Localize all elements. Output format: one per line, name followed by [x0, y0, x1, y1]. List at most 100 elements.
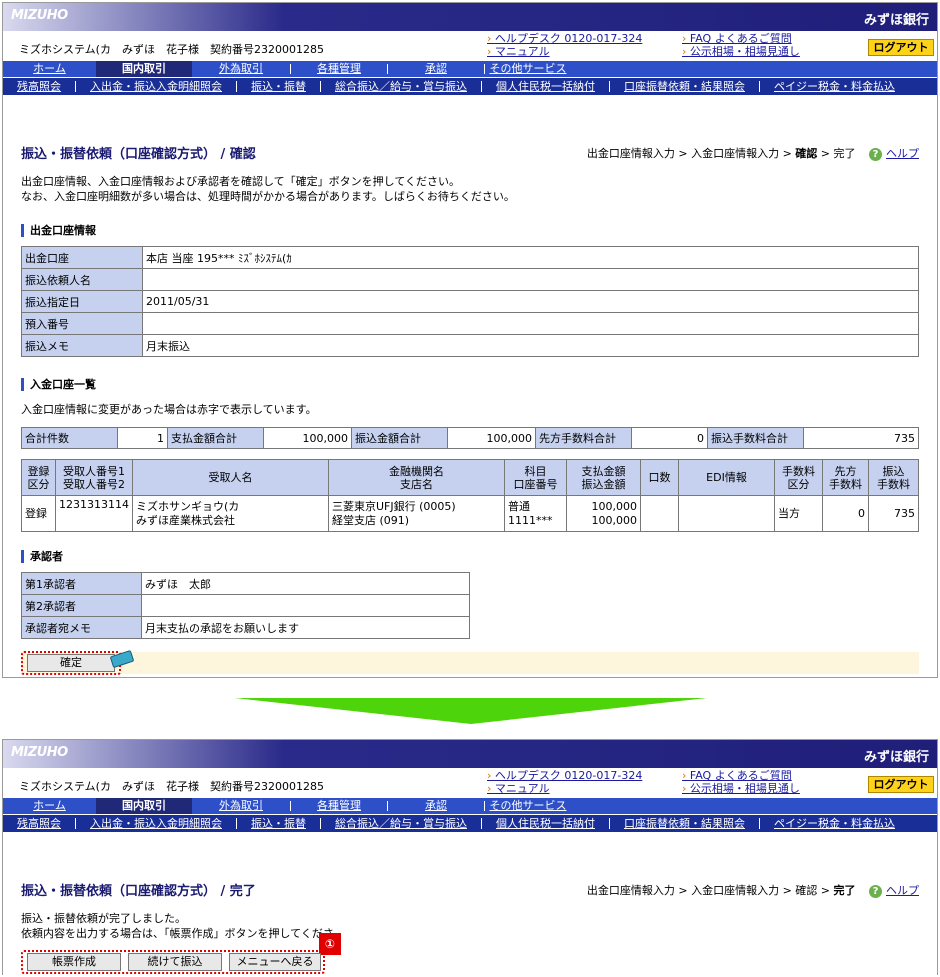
subnav-bulk[interactable]: 総合振込／給与・賞与振込 [321, 78, 481, 95]
nav-other[interactable]: その他サービス [485, 61, 571, 77]
help-links: ヘルプデスク 0120-017-324 マニュアル [487, 769, 642, 795]
column-header: 金融機関名 支店名 [328, 459, 505, 496]
row-label: 振込メモ [21, 334, 143, 357]
subnav-transfer[interactable]: 振込・振替 [237, 78, 320, 95]
nav-management[interactable]: 各種管理 [291, 798, 387, 814]
instructions: 出金口座情報、入金口座情報および承認者を確認して「確定」ボタンを押してください。… [21, 174, 515, 204]
help-icon[interactable]: ? [869, 885, 882, 898]
bank-name: みずほ銀行 [863, 13, 929, 28]
table-row: 第1承認者 みずほ 太郎 [21, 572, 470, 595]
nav-domestic[interactable]: 国内取引 [96, 61, 192, 77]
summary-label: 支払金額合計 [167, 427, 264, 449]
subnav-balance[interactable]: 残高照会 [3, 815, 75, 832]
breadcrumb: 出金口座情報入力 > 入金口座情報入力 > 確認 > 完了 ? ヘルプ [587, 145, 919, 161]
user-info: ミズホシステム(カ みずほ 花子様 契約番号2320001285 [19, 43, 324, 56]
row-value: みずほ 太郎 [141, 572, 470, 595]
back-to-menu-button[interactable]: メニューへ戻る [229, 953, 321, 971]
button-bar [21, 652, 919, 674]
continue-transfer-button[interactable]: 続けて振込 [128, 953, 222, 971]
subnav-tax[interactable]: 個人住民税一括納付 [482, 78, 609, 95]
row-value: 月末振込 [142, 334, 919, 357]
payment-amount: 100,000 [591, 499, 638, 513]
nav-home[interactable]: ホーム [3, 798, 96, 814]
branch-name: 経堂支店 (091) [332, 513, 410, 527]
subnav-statement[interactable]: 入出金・振込入金明細照会 [76, 815, 236, 832]
faq-link[interactable]: FAQ よくあるご質問 [682, 32, 800, 45]
breadcrumb-prev: 出金口座情報入力 > 入金口座情報入力 > [586, 147, 796, 160]
top-bar: MIZUHO みずほ銀行 [3, 740, 937, 768]
subnav-payeasy[interactable]: ペイジー税金・料金払込 [760, 78, 895, 95]
subnav-statement[interactable]: 入出金・振込入金明細照会 [76, 78, 236, 95]
nav-approval[interactable]: 承認 [388, 61, 484, 77]
subnav-transfer[interactable]: 振込・振替 [237, 815, 320, 832]
helpdesk-link[interactable]: ヘルプデスク 0120-017-324 [487, 32, 642, 45]
column-header: 手数料 区分 [774, 459, 823, 496]
subnav-debit[interactable]: 口座振替依頼・結果照会 [610, 78, 759, 95]
help-icon[interactable]: ? [869, 148, 882, 161]
help-link[interactable]: ヘルプ [886, 147, 919, 160]
faq-link[interactable]: FAQ よくあるご質問 [682, 769, 800, 782]
subnav-bulk[interactable]: 総合振込／給与・賞与振込 [321, 815, 481, 832]
nav-forex[interactable]: 外為取引 [192, 798, 290, 814]
nav-home[interactable]: ホーム [3, 61, 96, 77]
column-header: 支払金額 振込金額 [566, 459, 641, 496]
manual-link[interactable]: マニュアル [487, 782, 642, 795]
breadcrumb-current: 完了 [833, 884, 856, 897]
rates-link[interactable]: 公示相場・相場見通し [682, 782, 800, 795]
table-row: 出金口座 本店 当座 195*** ﾐｽﾞﾎｼｽﾃﾑ(ｶ [21, 246, 919, 269]
cell-payee-fee: 0 [822, 495, 869, 532]
table-row: 預入番号 [21, 312, 919, 335]
cell-edi [678, 495, 775, 532]
credit-section-title: 入金口座一覧 [21, 378, 96, 391]
credit-note: 入金口座情報に変更があった場合は赤字で表示しています。 [21, 403, 317, 416]
recipient-name-kanji: みずほ産業株式会社 [136, 513, 235, 527]
row-value: 2011/05/31 [142, 290, 919, 313]
summary-label: 振込手数料合計 [707, 427, 804, 449]
subnav-balance[interactable]: 残高照会 [3, 78, 75, 95]
row-label: 預入番号 [21, 312, 143, 335]
column-header: 登録 区分 [21, 459, 56, 496]
nav-domestic[interactable]: 国内取引 [96, 798, 192, 814]
nav-management[interactable]: 各種管理 [291, 61, 387, 77]
row-label: 第1承認者 [21, 572, 142, 595]
row-value [142, 312, 919, 335]
column-header: 受取人番号1 受取人番号2 [55, 459, 133, 496]
summary-label: 振込金額合計 [351, 427, 448, 449]
cell-recipient-name: ミズホサンギョウ(カ みずほ産業株式会社 [132, 495, 329, 532]
instruction-line: 出金口座情報、入金口座情報および承認者を確認して「確定」ボタンを押してください。 [21, 175, 461, 188]
helpdesk-link[interactable]: ヘルプデスク 0120-017-324 [487, 769, 642, 782]
summary-value: 1 [117, 427, 168, 449]
nav-other[interactable]: その他サービス [485, 798, 571, 814]
confirm-button[interactable]: 確定 [27, 654, 115, 672]
nav-forex[interactable]: 外為取引 [192, 61, 290, 77]
manual-link[interactable]: マニュアル [487, 45, 642, 58]
summary-value: 100,000 [447, 427, 536, 449]
subnav-payeasy[interactable]: ペイジー税金・料金払込 [760, 815, 895, 832]
row-label: 第2承認者 [21, 594, 142, 617]
debit-section-title: 出金口座情報 [21, 224, 96, 237]
cell-reg: 登録 [21, 495, 56, 532]
summary-row: 合計件数 1 支払金額合計 100,000 振込金額合計 100,000 先方手… [21, 427, 919, 449]
summary-table: 合計件数 1 支払金額合計 100,000 振込金額合計 100,000 先方手… [21, 427, 919, 449]
rates-link[interactable]: 公示相場・相場見通し [682, 45, 800, 58]
recipient-name-kana: ミズホサンギョウ(カ [136, 499, 240, 513]
create-report-button[interactable]: 帳票作成 [27, 953, 121, 971]
cell-account: 普通 1111*** [504, 495, 567, 532]
help-link[interactable]: ヘルプ [886, 884, 919, 897]
mizuho-logo: MIZUHO [11, 8, 68, 23]
confirm-screen: MIZUHO みずほ銀行 ミズホシステム(カ みずほ 花子様 契約番号23200… [2, 2, 938, 678]
column-header: 受取人名 [132, 459, 329, 496]
row-value [141, 594, 470, 617]
subnav-tax[interactable]: 個人住民税一括納付 [482, 815, 609, 832]
logout-button[interactable]: ログアウト [868, 39, 934, 56]
cell-units [640, 495, 679, 532]
logout-button[interactable]: ログアウト [868, 776, 934, 793]
table-row: 振込メモ 月末振込 [21, 334, 919, 357]
nav-approval[interactable]: 承認 [388, 798, 484, 814]
approver-table: 第1承認者 みずほ 太郎 第2承認者 承認者宛メモ 月末支払の承認をお願いします [21, 572, 470, 639]
debit-info-table: 出金口座 本店 当座 195*** ﾐｽﾞﾎｼｽﾃﾑ(ｶ 振込依頼人名 振込指定日… [21, 246, 919, 357]
subnav-debit[interactable]: 口座振替依頼・結果照会 [610, 815, 759, 832]
faq-links: FAQ よくあるご質問 公示相場・相場見通し [682, 32, 800, 58]
help-links: ヘルプデスク 0120-017-324 マニュアル [487, 32, 642, 58]
table-row: 振込依頼人名 [21, 268, 919, 291]
